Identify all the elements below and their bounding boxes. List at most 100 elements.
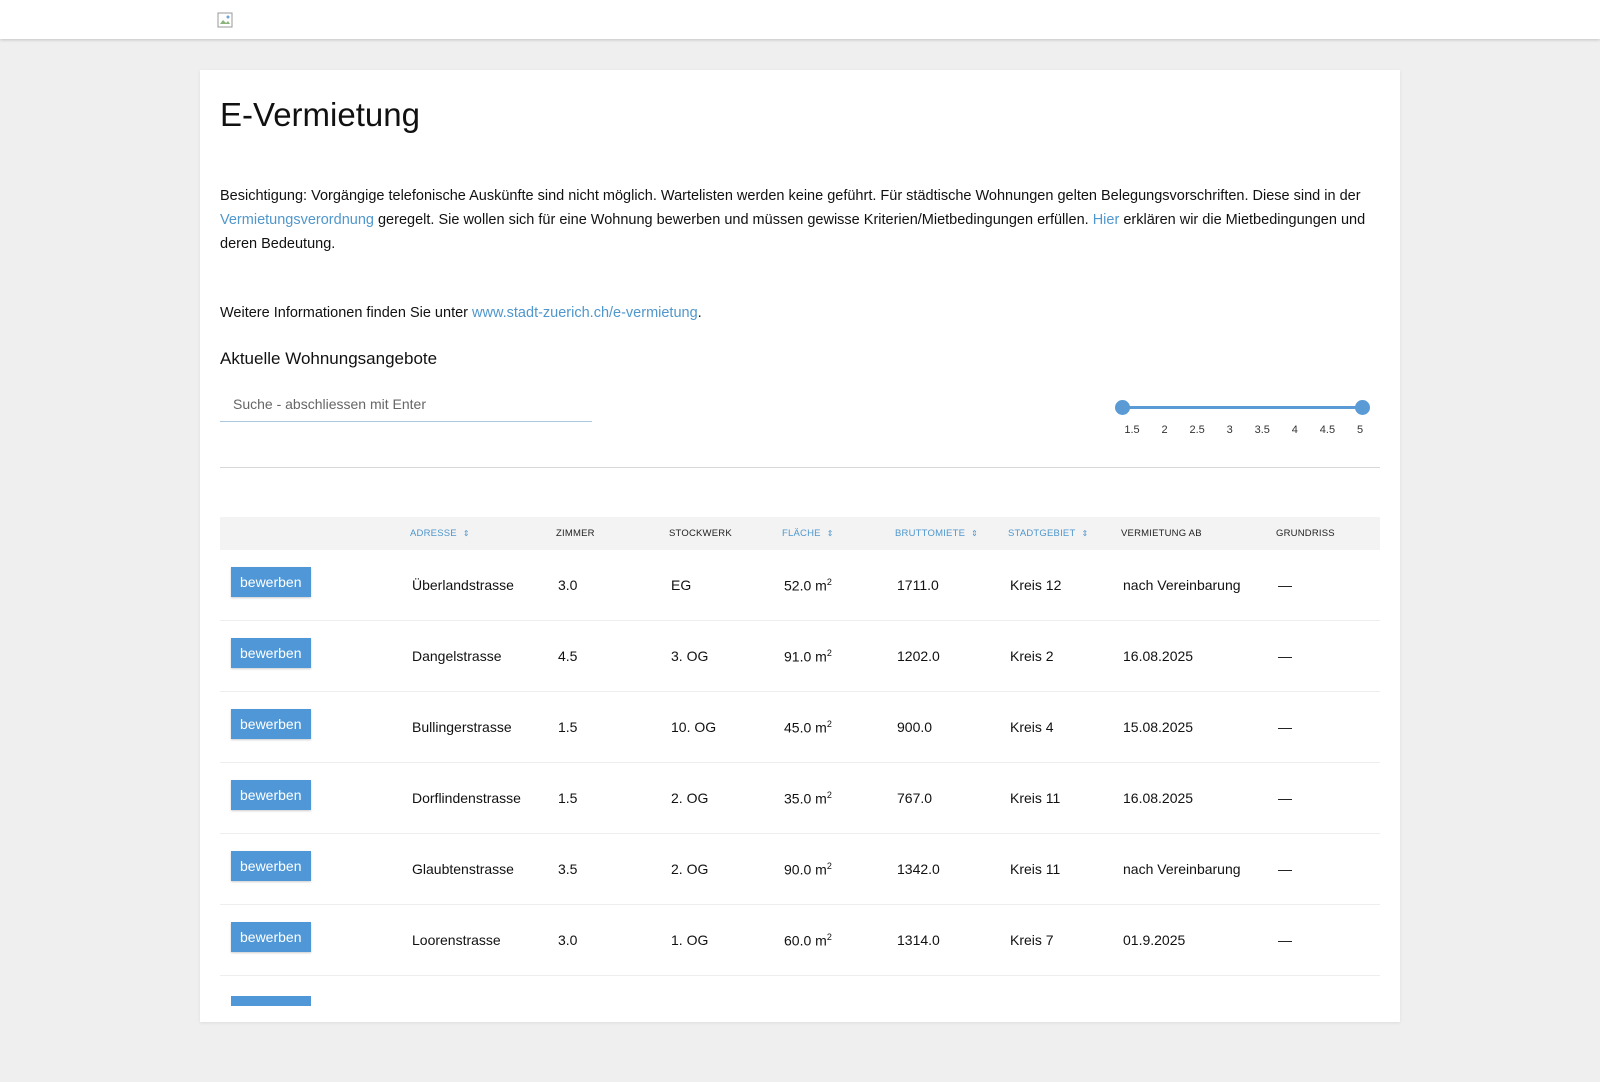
cell-district: Kreis 2 [998, 620, 1111, 692]
area-unit: m [815, 577, 827, 594]
header-rent-label: Bruttomiete [895, 528, 966, 539]
apply-button-partial[interactable] [231, 996, 311, 1006]
cell-rent: 1711.0 [885, 550, 998, 621]
header-district[interactable]: Stadtgebiet ⇕ [998, 517, 1111, 550]
sort-icon[interactable]: ⇕ [1081, 529, 1088, 538]
card-bottom [200, 1002, 1400, 1022]
cell-address: Dangelstrasse [400, 620, 546, 692]
cell-floor: 1. OG [659, 904, 772, 976]
area-value: 35.0 [784, 790, 812, 807]
cell-district: Kreis 4 [998, 691, 1111, 763]
area-exponent: 2 [826, 860, 832, 871]
area-value: 45.0 [784, 719, 812, 736]
area-unit: m [815, 648, 827, 665]
cell-rent: 1342.0 [885, 833, 998, 905]
slider-track[interactable] [1123, 406, 1363, 409]
listings-table: Adresse ⇕ Zimmer Stockwerk Fläche ⇕ Brutto… [220, 517, 1380, 976]
cell-available: 15.08.2025 [1111, 691, 1266, 763]
cell-address: Dorflindenstrasse [400, 762, 546, 834]
area-exponent: 2 [826, 931, 832, 942]
top-bar [0, 0, 1600, 39]
slider-tick-label: 4.5 [1319, 424, 1336, 436]
search-input[interactable] [220, 386, 592, 422]
area-value: 52.0 [784, 577, 812, 594]
slider-handle-max[interactable] [1355, 400, 1370, 415]
header-address-label: Adresse [410, 528, 457, 539]
cell-rooms: 3.0 [546, 904, 659, 976]
cell-district: Kreis 7 [998, 904, 1111, 976]
broken-image-icon[interactable] [217, 12, 233, 28]
header-address[interactable]: Adresse ⇕ [400, 517, 546, 550]
section-title: Aktuelle Wohnungsangebote [220, 349, 438, 368]
table-row: bewerben Dorflindenstrasse 1.5 2. OG 35.0 m2… [220, 762, 1380, 834]
sort-icon[interactable]: ⇕ [463, 529, 470, 538]
cell-available: 16.08.2025 [1111, 762, 1266, 834]
cell-rooms: 1.5 [546, 691, 659, 763]
cell-floor: 3. OG [659, 620, 772, 692]
apply-cell: bewerben [220, 550, 400, 621]
cell-rent: 900.0 [885, 691, 998, 763]
slider-handle-min[interactable] [1115, 400, 1130, 415]
cell-available: 01.9.2025 [1111, 904, 1266, 976]
table-row: bewerben Bullingerstrasse 1.5 10. OG 45.0 m2… [220, 691, 1380, 763]
cell-address: Bullingerstrasse [400, 691, 546, 763]
header-rent[interactable]: Bruttomiete ⇕ [885, 517, 998, 550]
cell-rooms: 3.0 [546, 550, 659, 621]
header-floor: Stockwerk [669, 528, 732, 539]
apply-button[interactable]: bewerben [231, 567, 311, 597]
main-card: E-Vermietung Besichtigung: Vorgängige te… [200, 70, 1400, 1022]
divider [220, 467, 1380, 468]
area-exponent: 2 [826, 576, 832, 587]
header-district-label: Stadtgebiet [1008, 528, 1076, 539]
info-line: Weitere Informationen finden Sie unter w… [220, 304, 702, 322]
intro-paragraph: Besichtigung: Vorgängige telefonische Au… [220, 184, 1382, 256]
rooms-range-slider[interactable]: 1.5 2 2.5 3 3.5 4 4.5 5 [1115, 394, 1375, 436]
apply-cell: bewerben [220, 620, 400, 692]
cell-rooms: 4.5 [546, 620, 659, 692]
table-row: bewerben Dangelstrasse 4.5 3. OG 91.0 m2 1202… [220, 620, 1380, 692]
cell-address: Glaubtenstrasse [400, 833, 546, 905]
apply-cell: bewerben [220, 762, 400, 834]
conditions-link[interactable]: Hier [1093, 212, 1120, 228]
cell-floorplan: — [1266, 550, 1380, 621]
apply-button[interactable]: bewerben [231, 851, 311, 881]
area-value: 60.0 [784, 932, 812, 949]
cell-floor: EG [659, 550, 772, 621]
area-exponent: 2 [826, 789, 832, 800]
apply-cell: bewerben [220, 833, 400, 905]
cell-area: 45.0 m2 [772, 691, 885, 763]
cell-available: nach Vereinbarung [1111, 550, 1266, 621]
sort-icon[interactable]: ⇕ [827, 529, 834, 538]
cell-floorplan: — [1266, 620, 1380, 692]
cell-address: Überlandstrasse [400, 550, 546, 621]
cell-available: 16.08.2025 [1111, 620, 1266, 692]
cell-floorplan: — [1266, 904, 1380, 976]
area-unit: m [815, 719, 827, 736]
cell-area: 52.0 m2 [772, 550, 885, 621]
area-exponent: 2 [826, 718, 832, 729]
apply-button[interactable]: bewerben [231, 638, 311, 668]
info-suffix: . [697, 305, 702, 321]
apply-button[interactable]: bewerben [231, 922, 311, 952]
apply-cell: bewerben [220, 904, 400, 976]
table-header-row: Adresse ⇕ Zimmer Stockwerk Fläche ⇕ Brutto… [220, 517, 1380, 550]
header-available: Vermietung ab [1121, 528, 1202, 539]
area-unit: m [815, 861, 827, 878]
slider-tick-label: 2 [1161, 424, 1168, 436]
apply-button[interactable]: bewerben [231, 780, 311, 810]
table-row: bewerben Glaubtenstrasse 3.5 2. OG 90.0 m2 13… [220, 833, 1380, 905]
slider-ticks: 1.5 2 2.5 3 3.5 4 4.5 5 [1115, 424, 1375, 438]
area-value: 90.0 [784, 861, 812, 878]
header-area[interactable]: Fläche ⇕ [772, 517, 885, 550]
apply-button[interactable]: bewerben [231, 709, 311, 739]
cell-rent: 1202.0 [885, 620, 998, 692]
intro-text-1: Besichtigung: Vorgängige telefonische Au… [220, 188, 1361, 204]
slider-tick-label: 1.5 [1124, 424, 1140, 436]
sort-icon[interactable]: ⇕ [971, 529, 978, 538]
cell-floor: 2. OG [659, 833, 772, 905]
regulation-link[interactable]: Vermie­tungsverordnung [220, 212, 374, 228]
page-title: E-Vermietung [220, 96, 420, 133]
info-link[interactable]: www.stadt-zuerich.ch/e-vermietung [472, 305, 698, 321]
cell-district: Kreis 12 [998, 550, 1111, 621]
cell-floorplan: — [1266, 762, 1380, 834]
